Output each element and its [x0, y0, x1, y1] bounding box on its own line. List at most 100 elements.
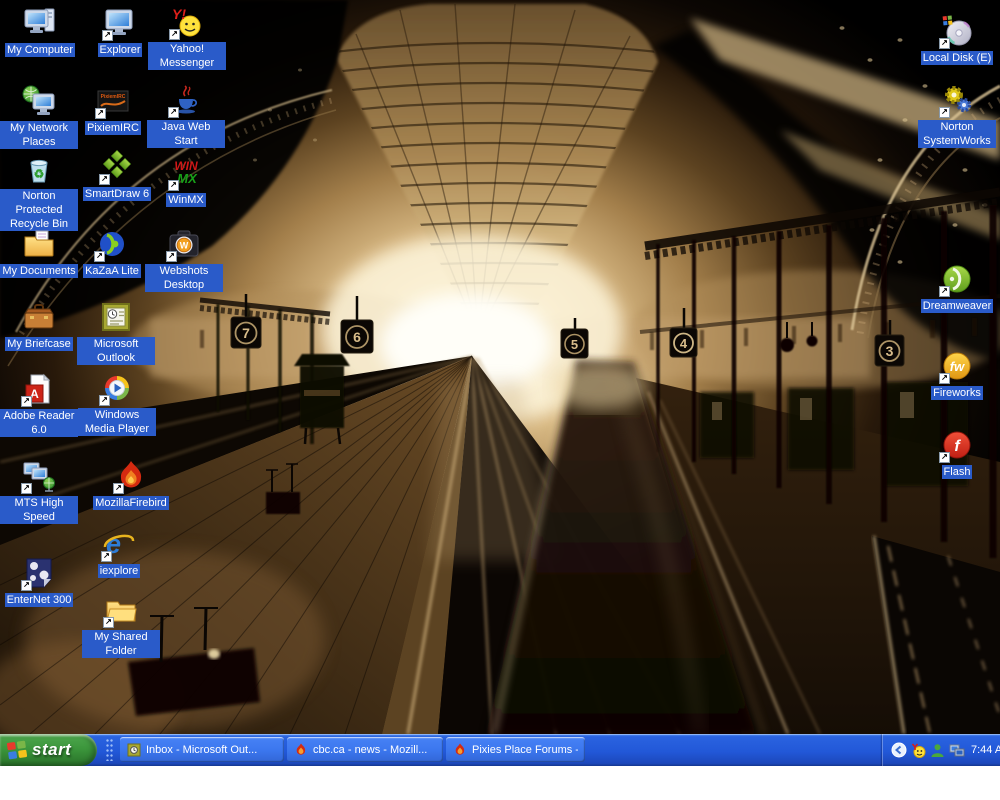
svg-text:fw: fw	[950, 359, 965, 374]
desktop-icon-label: Windows Media Player	[78, 408, 156, 436]
desktop-icon-winmx[interactable]: WIN MX ↗ WinMX	[147, 156, 225, 207]
desktop-icon-enternet-300[interactable]: ↗ EnterNet 300	[0, 556, 78, 607]
fireworks-icon: fw ↗	[940, 349, 974, 383]
desktop-icon-flash[interactable]: f ↗ Flash	[918, 428, 996, 479]
desktop-icon-mozilla-firebird[interactable]: ↗ MozillaFirebird	[92, 459, 170, 510]
tray-network-icon[interactable]	[949, 743, 965, 758]
smartdraw-icon: ↗	[100, 150, 134, 184]
desktop-icon-label: Yahoo! Messenger	[148, 42, 226, 70]
desktop-icon-my-network-places[interactable]: My Network Places	[0, 84, 78, 149]
media-player-icon: ↗	[100, 371, 134, 405]
webshots-icon: W ↗	[167, 227, 201, 261]
screenshot-bottom-margin	[0, 766, 1000, 800]
platform-sign-7: 7	[242, 325, 250, 341]
norton-systemworks-icon: ↗	[940, 83, 974, 117]
desktop-icon-pixiemirc[interactable]: PixiemIRC ↗ PixiemIRC	[74, 84, 152, 135]
winmx-icon: WIN MX ↗	[169, 156, 203, 190]
desktop-icon-label: iexplore	[98, 564, 141, 578]
firebird-flame-icon	[294, 743, 308, 757]
kazaa-icon: ↗	[95, 227, 129, 261]
my-network-places-icon	[22, 84, 56, 118]
desktop-icon-windows-media-player[interactable]: ↗ Windows Media Player	[78, 371, 156, 436]
desktop-icon-label: Webshots Desktop	[145, 264, 223, 292]
desktop-icon-yahoo-messenger[interactable]: Y! ↗ Yahoo! Messenger	[148, 5, 226, 70]
taskbar-button-pixies-forums[interactable]: Pixies Place Forums - ...	[446, 737, 585, 762]
desktop-icon-smartdraw-6[interactable]: ↗ SmartDraw 6	[78, 150, 156, 201]
desktop-icon-label: Adobe Reader 6.0	[0, 409, 78, 437]
java-web-start-icon: ↗	[169, 83, 203, 117]
start-button-label: start	[32, 740, 71, 760]
desktop-icon-my-briefcase[interactable]: My Briefcase	[0, 300, 78, 351]
shortcut-arrow-icon: ↗	[94, 251, 105, 262]
desktop-icon-label: Microsoft Outlook	[77, 337, 155, 365]
taskbar-button-label: Inbox - Microsoft Out...	[146, 744, 257, 756]
desktop-icon-microsoft-outlook[interactable]: Microsoft Outlook	[77, 300, 155, 365]
briefcase-icon	[22, 300, 56, 334]
desktop-icon-kazaa-lite[interactable]: ↗ KaZaA Lite	[73, 227, 151, 278]
explorer-icon: ↗	[103, 6, 137, 40]
desktop-icon-label: Local Disk (E)	[921, 51, 993, 65]
platform-sign-6: 6	[353, 329, 361, 345]
tray-messenger-icon[interactable]	[930, 743, 945, 758]
desktop-icon-norton-protected-recycle-bin[interactable]: ♻ Norton Protected Recycle Bin	[0, 152, 78, 231]
desktop-icon-java-web-start[interactable]: ↗ Java Web Start	[147, 83, 225, 148]
taskbar-button-cbc-mozilla[interactable]: cbc.ca - news - Mozill...	[287, 737, 443, 762]
desktop-icon-label: My Shared Folder	[82, 630, 160, 658]
svg-text:W: W	[180, 241, 189, 251]
desktop-icon-label: My Network Places	[0, 121, 78, 149]
windows-xp-desktop-screen: 7 6 5 4 3	[0, 0, 1000, 800]
flash-icon: f ↗	[940, 428, 974, 462]
quick-launch-handle[interactable]	[106, 739, 113, 761]
svg-text:♻: ♻	[34, 167, 45, 181]
taskbar: start Inbox - Microsoft Out... cbc.ca - …	[0, 734, 1000, 766]
shortcut-arrow-icon: ↗	[939, 38, 950, 49]
desktop-icon-label: My Documents	[0, 264, 77, 278]
taskbar-button-label: Pixies Place Forums - ...	[472, 744, 578, 756]
desktop-icon-webshots-desktop[interactable]: W ↗ Webshots Desktop	[145, 227, 223, 292]
desktop-icon-label: WinMX	[166, 193, 205, 207]
enternet-icon: ↗	[22, 556, 56, 590]
taskbar-button-inbox-outlook[interactable]: Inbox - Microsoft Out...	[120, 737, 284, 762]
firebird-flame-icon: ↗	[114, 459, 148, 493]
shortcut-arrow-icon: ↗	[939, 286, 950, 297]
shortcut-arrow-icon: ↗	[21, 483, 32, 494]
desktop-icon-label: SmartDraw 6	[83, 187, 151, 201]
shortcut-arrow-icon: ↗	[21, 396, 32, 407]
desktop-icon-mts-high-speed[interactable]: ↗ MTS High Speed	[0, 459, 78, 524]
desktop-icon-my-shared-folder[interactable]: ↗ My Shared Folder	[82, 593, 160, 658]
dreamweaver-icon: ↗	[940, 262, 974, 296]
system-tray: 7:44 A	[882, 734, 1000, 766]
windows-flag-icon	[6, 739, 28, 761]
mts-high-speed-icon: ↗	[22, 459, 56, 493]
firebird-flame-icon	[453, 743, 467, 757]
tray-clock[interactable]: 7:44 A	[971, 744, 1000, 756]
internet-explorer-icon: e ↗	[102, 527, 136, 561]
tray-collapse-chevron[interactable]	[891, 742, 907, 758]
platform-sign-3: 3	[886, 343, 894, 359]
shortcut-arrow-icon: ↗	[166, 251, 177, 262]
shortcut-arrow-icon: ↗	[99, 395, 110, 406]
shortcut-arrow-icon: ↗	[99, 174, 110, 185]
desktop-icon-label: Explorer	[98, 43, 143, 57]
shortcut-arrow-icon: ↗	[101, 551, 112, 562]
shortcut-arrow-icon: ↗	[939, 373, 950, 384]
desktop-icon-local-disk-e[interactable]: ↗ Local Disk (E)	[918, 14, 996, 65]
desktop[interactable]: 7 6 5 4 3	[0, 0, 1000, 734]
svg-text:MX: MX	[177, 171, 198, 186]
start-button[interactable]: start	[0, 734, 97, 766]
desktop-icon-my-computer[interactable]: My Computer	[1, 6, 79, 57]
desktop-icon-dreamweaver[interactable]: ↗ Dreamweaver	[918, 262, 996, 313]
desktop-icon-label: MozillaFirebird	[93, 496, 169, 510]
desktop-icon-norton-systemworks[interactable]: ↗ Norton SystemWorks	[918, 83, 996, 148]
tray-yahoo-messenger-icon[interactable]	[911, 743, 926, 758]
shortcut-arrow-icon: ↗	[168, 107, 179, 118]
shortcut-arrow-icon: ↗	[102, 30, 113, 41]
desktop-icon-adobe-reader[interactable]: A ↗ Adobe Reader 6.0	[0, 372, 78, 437]
desktop-icon-iexplore[interactable]: e ↗ iexplore	[80, 527, 158, 578]
desktop-icon-label: PixiemIRC	[85, 121, 141, 135]
desktop-icon-my-documents[interactable]: My Documents	[0, 227, 78, 278]
my-documents-icon	[22, 227, 56, 261]
desktop-icon-fireworks[interactable]: fw ↗ Fireworks	[918, 349, 996, 400]
adobe-reader-icon: A ↗	[22, 372, 56, 406]
shortcut-arrow-icon: ↗	[939, 452, 950, 463]
